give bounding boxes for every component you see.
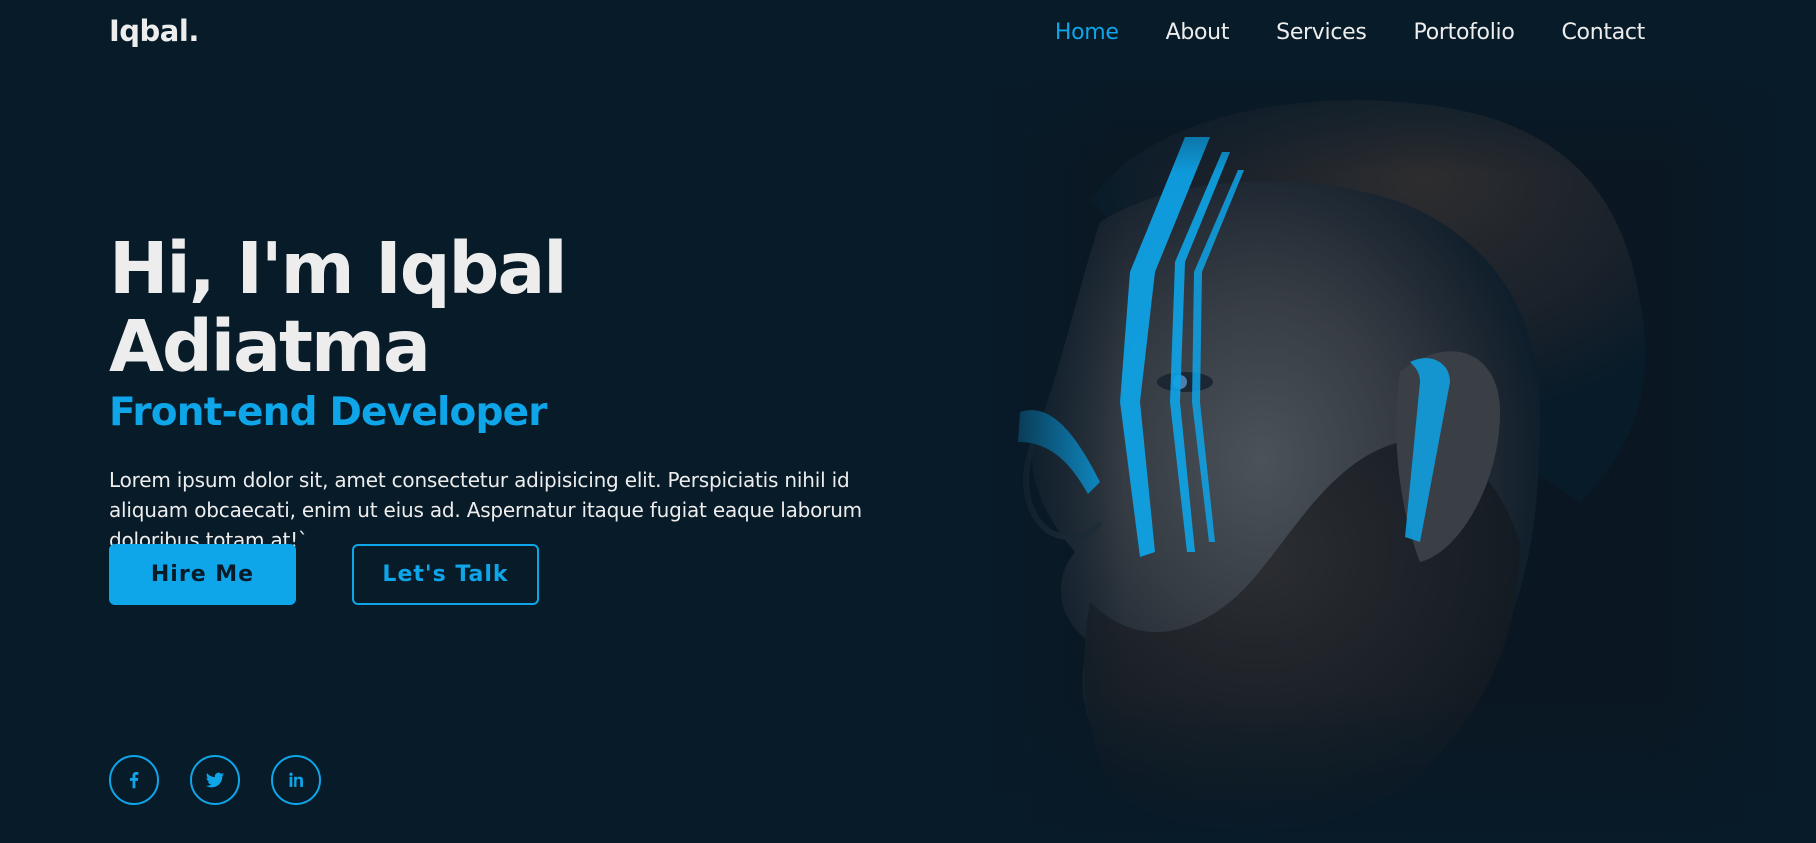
logo[interactable]: Iqbal. [109,14,199,48]
linkedin-icon[interactable] [271,755,321,805]
nav-link-about[interactable]: About [1166,20,1230,45]
twitter-icon[interactable] [190,755,240,805]
hire-me-button[interactable]: Hire Me [109,544,296,605]
twitter-glyph [205,772,225,788]
hero-description: Lorem ipsum dolor sit, amet consectetur … [109,468,862,553]
hero-portrait-image [980,82,1780,843]
lets-talk-button[interactable]: Let's Talk [352,544,539,605]
hero-section: Hi, I'm Iqbal Adiatma Front-end Develope… [109,227,889,555]
hero-title: Hi, I'm Iqbal Adiatma [109,227,568,389]
hero-subtitle: Front-end Developer [109,390,548,436]
social-links [109,755,321,805]
facebook-icon[interactable] [109,755,159,805]
linkedin-glyph [289,772,303,787]
main-nav: Home About Services Portofolio Contact [1008,20,1645,45]
hero-buttons: Hire Me Let's Talk [109,544,539,605]
nav-link-contact[interactable]: Contact [1562,20,1646,45]
nav-link-services[interactable]: Services [1276,20,1367,45]
site-header: Iqbal. Home About Services Portofolio Co… [0,0,1816,72]
nav-link-home[interactable]: Home [1055,20,1119,45]
facebook-glyph [129,772,139,789]
nav-link-portofolio[interactable]: Portofolio [1414,20,1515,45]
